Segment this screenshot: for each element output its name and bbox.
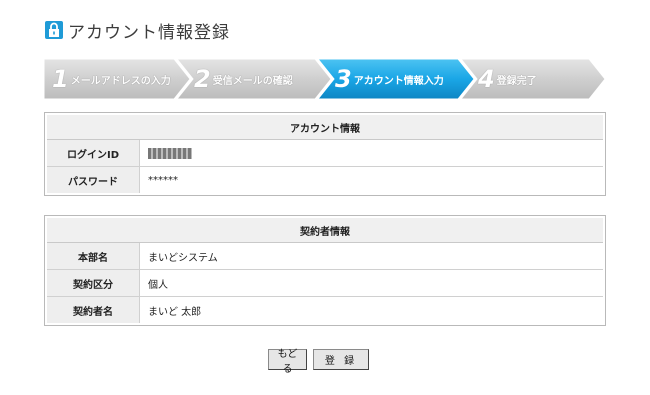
- division-row: 本部名 まいどシステム: [47, 243, 603, 270]
- login-id-value: [140, 140, 603, 166]
- division-value: まいどシステム: [148, 252, 218, 264]
- lock-icon: [44, 20, 64, 40]
- page-header: アカウント情報登録: [44, 18, 230, 43]
- contract-type-row: 契約区分 個人: [47, 270, 603, 297]
- account-info-table: アカウント情報 ログインID パスワード ******: [44, 112, 606, 196]
- password-row: パスワード ******: [47, 167, 603, 193]
- password-label: パスワード: [47, 167, 140, 193]
- password-value: ******: [148, 174, 178, 186]
- contractor-name-label: 契約者名: [47, 297, 140, 323]
- contract-type-value: 個人: [148, 279, 168, 291]
- step-2-label: 受信メールの確認: [212, 75, 293, 87]
- page-title: アカウント情報登録: [68, 22, 230, 43]
- register-button[interactable]: 登 録: [313, 349, 369, 370]
- contractor-info-heading: 契約者情報: [47, 218, 603, 243]
- account-info-heading: アカウント情報: [47, 115, 603, 140]
- step-3-label: アカウント情報入力: [353, 75, 444, 87]
- back-button[interactable]: もどる: [268, 349, 307, 375]
- form-actions: もどる 登 録: [0, 349, 650, 375]
- step-4-number: 4: [478, 65, 495, 93]
- contractor-name-value: まいど 太郎: [148, 306, 202, 318]
- step-2-number: 2: [194, 65, 211, 93]
- step-1: 1 メールアドレスの入力: [52, 59, 171, 99]
- step-4-label: 登録完了: [496, 75, 537, 87]
- step-3: 3 アカウント情報入力: [335, 59, 444, 99]
- contractor-name-row: 契約者名 まいど 太郎: [47, 297, 603, 323]
- progress-steps: 1 メールアドレスの入力 2 受信メールの確認 3 アカウント情報入力 4 登録…: [44, 59, 606, 99]
- contractor-info-table: 契約者情報 本部名 まいどシステム 契約区分 個人 契約者名 まいど 太郎: [44, 215, 606, 326]
- masked-login-id: [148, 147, 192, 159]
- step-3-number: 3: [335, 65, 352, 93]
- contract-type-label: 契約区分: [47, 270, 140, 296]
- login-id-label: ログインID: [47, 140, 140, 166]
- login-id-row: ログインID: [47, 140, 603, 167]
- division-label: 本部名: [47, 243, 140, 269]
- step-1-number: 1: [52, 65, 69, 93]
- step-1-label: メールアドレスの入力: [70, 75, 171, 87]
- step-2: 2 受信メールの確認: [194, 59, 293, 99]
- step-4: 4 登録完了: [478, 59, 537, 99]
